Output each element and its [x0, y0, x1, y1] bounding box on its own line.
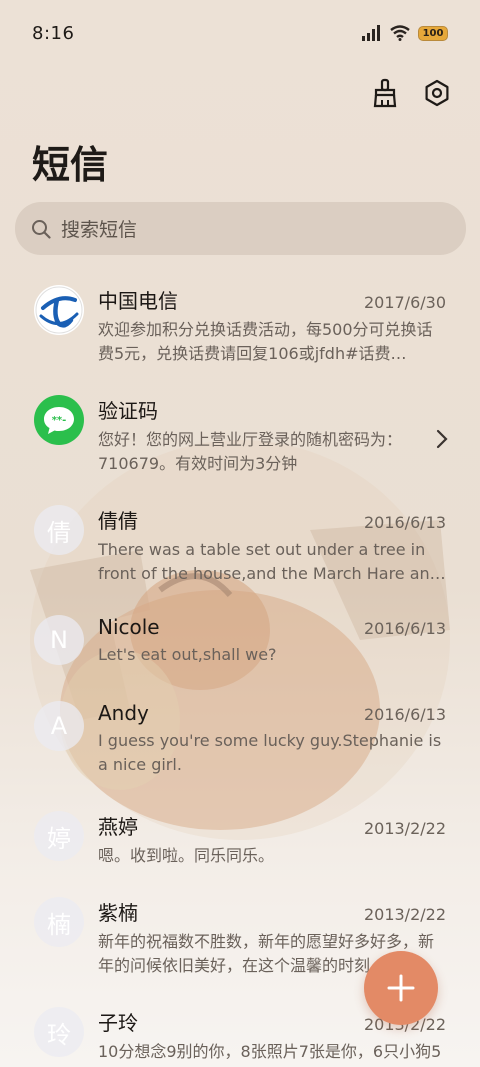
contact-name: 燕婷 [98, 815, 138, 839]
conversation-row[interactable]: 倩 倩倩 2016/6/13 There was a table set out… [0, 495, 480, 605]
message-date: 2016/6/13 [363, 619, 446, 638]
new-message-button[interactable] [364, 951, 438, 1025]
conversation-list: 中国电信 2017/6/30 欢迎参加积分兑换话费活动，每500分可兑换话费5元… [0, 275, 480, 1067]
message-date: 2013/2/22 [363, 819, 446, 838]
signal-icon [362, 25, 380, 41]
telecom-logo-icon [35, 286, 83, 334]
wifi-icon [390, 25, 410, 41]
clean-button[interactable] [368, 76, 402, 110]
message-snippet: There was a table set out under a tree i… [98, 540, 446, 583]
search-bar[interactable]: 搜索短信 [15, 202, 466, 255]
avatar: 婷 [34, 811, 84, 861]
message-snippet: 10分想念9别的你，8张照片7张是你，6只小狗5只像你，4根骨头3根归你，2爪着… [98, 1042, 442, 1067]
brush-icon [373, 78, 397, 108]
search-placeholder: 搜索短信 [61, 219, 138, 241]
message-snippet: I guess you're some lucky guy.Stephanie … [98, 731, 442, 774]
conversation-row[interactable]: 中国电信 2017/6/30 欢迎参加积分兑换话费活动，每500分可兑换话费5元… [0, 275, 480, 385]
message-snippet: Let's eat out,shall we? [98, 645, 277, 664]
contact-name: 中国电信 [98, 289, 178, 313]
search-icon [32, 219, 51, 239]
conversation-row[interactable]: N Nicole 2016/6/13 Let's eat out,shall w… [0, 605, 480, 691]
avatar: 玲 [34, 1007, 84, 1057]
contact-name: 倩倩 [98, 509, 138, 533]
message-snippet: 嗯。收到啦。同乐同乐。 [98, 846, 275, 865]
telecom-avatar [34, 285, 84, 335]
contact-name: Nicole [98, 615, 160, 639]
message-snippet: 您好！您的网上营业厅登录的随机密码为：710679。有效时间为3分钟 [98, 430, 403, 473]
battery-icon: 100 [418, 25, 448, 41]
page-title: 短信 [32, 143, 109, 187]
status-icons: 100 [362, 25, 448, 41]
conversation-row[interactable]: A Andy 2016/6/13 I guess you're some luc… [0, 691, 480, 801]
gear-icon [425, 79, 449, 107]
plus-icon [387, 974, 415, 1002]
sms-avatar: **- [34, 395, 84, 445]
contact-name: 子玲 [98, 1011, 138, 1035]
message-date: 2013/2/22 [363, 905, 446, 924]
message-snippet: 欢迎参加积分兑换话费活动，每500分可兑换话费5元，兑换话费请回复106或jfd… [98, 320, 433, 363]
message-bubble-icon: **- [44, 407, 74, 434]
contact-name: 验证码 [98, 399, 158, 423]
conversation-row[interactable]: 婷 燕婷 2013/2/22 嗯。收到啦。同乐同乐。 [0, 801, 480, 887]
conversation-row[interactable]: **- 验证码 您好！您的网上营业厅登录的随机密码为：710679。有效时间为3… [0, 385, 480, 495]
message-date: 2016/6/13 [363, 513, 446, 532]
status-time: 8:16 [32, 22, 75, 44]
status-bar: 8:16 100 [0, 0, 480, 66]
svg-text:**-: **- [52, 415, 67, 426]
contact-name: 紫楠 [98, 901, 138, 925]
avatar: 倩 [34, 505, 84, 555]
contact-name: Andy [98, 701, 149, 725]
chevron-right-icon [436, 429, 448, 449]
message-date: 2016/6/13 [363, 705, 446, 724]
avatar: N [34, 615, 84, 665]
top-actions [368, 76, 454, 110]
settings-button[interactable] [420, 76, 454, 110]
avatar: 楠 [34, 897, 84, 947]
avatar: A [34, 701, 84, 751]
message-date: 2017/6/30 [363, 293, 446, 312]
